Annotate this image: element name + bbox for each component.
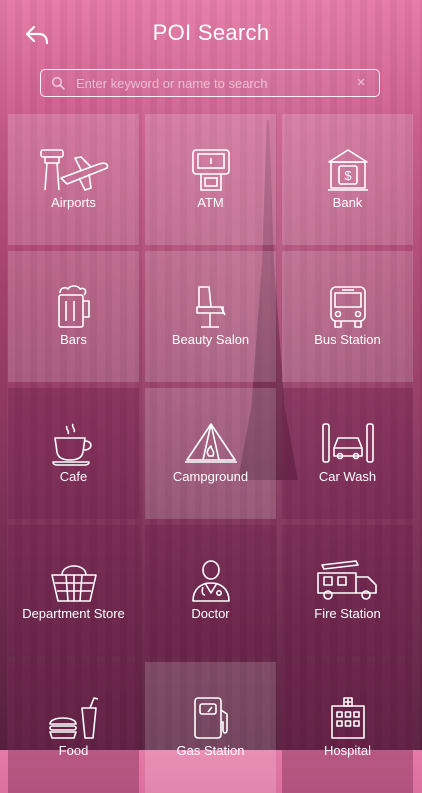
category-cafe[interactable]: Cafe: [8, 388, 139, 519]
search-icon: [51, 76, 65, 90]
doctor-icon: [191, 560, 230, 602]
clear-search-button[interactable]: ×: [353, 75, 369, 91]
atm-icon: [191, 149, 230, 191]
category-bank[interactable]: $ Bank: [282, 114, 413, 245]
category-department-store[interactable]: Department Store: [8, 525, 139, 656]
bank-icon: $: [327, 149, 368, 191]
category-label: Cafe: [59, 469, 88, 484]
category-label: Department Store: [22, 606, 125, 621]
category-label: Bank: [332, 195, 363, 210]
category-label: Beauty Salon: [171, 332, 250, 347]
search-bar: ×: [40, 69, 380, 97]
tent-icon: [184, 423, 237, 463]
category-bars[interactable]: Bars: [8, 251, 139, 382]
category-label: Bus Station: [314, 332, 381, 347]
category-bus-station[interactable]: Bus Station: [282, 251, 413, 382]
burger-drink-icon: [48, 697, 98, 739]
category-beauty-salon[interactable]: Beauty Salon: [145, 251, 276, 382]
hospital-icon: [330, 697, 365, 739]
category-label: Doctor: [191, 606, 230, 621]
category-label: Hospital: [324, 743, 371, 758]
airport-icon: [39, 149, 108, 191]
page-title: POI Search: [152, 20, 270, 45]
category-label: Airports: [51, 195, 96, 210]
fire-truck-icon: [316, 560, 377, 600]
category-doctor[interactable]: Doctor: [145, 525, 276, 656]
car-wash-icon: [321, 423, 374, 463]
category-label: Fire Station: [314, 606, 381, 621]
bus-icon: [329, 286, 366, 328]
category-grid: Airports ATM $ Bank Bars Beauty Salon Bu…: [8, 114, 414, 793]
category-label: Car Wash: [318, 469, 377, 484]
category-label: Bars: [60, 332, 87, 347]
category-car-wash[interactable]: Car Wash: [282, 388, 413, 519]
category-hospital[interactable]: Hospital: [282, 662, 413, 793]
category-fire-station[interactable]: Fire Station: [282, 525, 413, 656]
category-label: Gas Station: [176, 743, 245, 758]
category-airports[interactable]: Airports: [8, 114, 139, 245]
category-label: Campground: [172, 469, 249, 484]
category-label: ATM: [197, 195, 224, 210]
category-food[interactable]: Food: [8, 662, 139, 793]
beer-mug-icon: [57, 285, 90, 328]
coffee-cup-icon: [51, 423, 92, 466]
salon-chair-icon: [195, 286, 226, 328]
category-label: Food: [58, 743, 89, 758]
gas-pump-icon: [193, 697, 228, 739]
header: POI Search: [0, 0, 422, 66]
svg-text:$: $: [344, 168, 352, 183]
category-gas-station[interactable]: Gas Station: [145, 662, 276, 793]
category-campground[interactable]: Campground: [145, 388, 276, 519]
basket-icon: [50, 565, 97, 602]
category-atm[interactable]: ATM: [145, 114, 276, 245]
search-input[interactable]: [74, 74, 353, 92]
